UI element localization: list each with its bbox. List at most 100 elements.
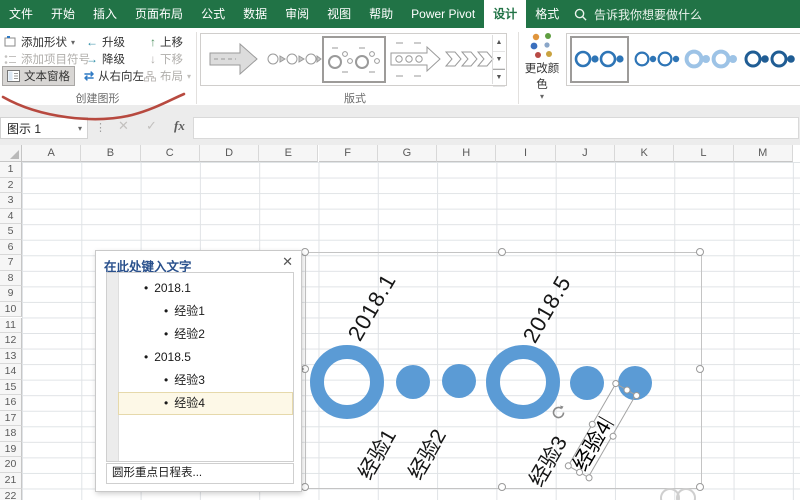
right-to-left-button[interactable]: ⇄ 从右向左 [84, 68, 144, 84]
add-shape-icon [4, 36, 16, 47]
column-header-I[interactable]: I [496, 145, 556, 162]
row-header-4[interactable]: 4 [0, 208, 22, 225]
layout-thumb-chevron-list[interactable] [444, 38, 496, 81]
row-header-18[interactable]: 18 [0, 426, 22, 442]
layout-thumb-circle-process[interactable] [265, 38, 322, 81]
column-header-E[interactable]: E [259, 145, 319, 162]
ribbon-tab-6[interactable]: 审阅 [276, 0, 318, 28]
demote-button[interactable]: → 降级 [86, 51, 125, 67]
row-header-6[interactable]: 6 [0, 239, 22, 256]
swap-arrows-icon: ⇄ [84, 69, 95, 83]
column-header-A[interactable]: A [22, 145, 82, 162]
ribbon-tab-9[interactable]: Power Pivot [402, 0, 484, 28]
gallery-scroll-down[interactable]: ▼ [493, 52, 505, 69]
text-pane-item-2[interactable]: • 经验2 [118, 323, 293, 346]
gallery-scroll-up[interactable]: ▲ [493, 35, 505, 52]
text-pane-list[interactable]: • 2018.1 • 经验1 • 经验2 • 2018.5 • 经验3 • 经验4 [106, 272, 294, 462]
column-header-L[interactable]: L [674, 145, 734, 162]
style-thumb-4[interactable] [743, 38, 800, 81]
column-header-M[interactable]: M [733, 145, 793, 162]
text-pane-item-0[interactable]: • 2018.1 [118, 277, 293, 300]
search-icon [574, 8, 587, 21]
ribbon-tab-2[interactable]: 插入 [84, 0, 126, 28]
ribbon-tab-4[interactable]: 公式 [192, 0, 234, 28]
text-pane-footer[interactable]: 圆形重点日程表... [106, 463, 294, 484]
smartart-text-pane[interactable]: 在此处键入文字 ✕ • 2018.1 • 经验1 • 经验2 • 2018.5 • 经验3 • 经验4… [95, 250, 302, 492]
styles-gallery [566, 33, 800, 86]
column-header-H[interactable]: H [437, 145, 497, 162]
column-header-G[interactable]: G [377, 145, 438, 162]
style-thumb-2[interactable] [633, 38, 683, 81]
layouts-gallery: ▲ ▼ ▼ [200, 33, 507, 87]
gallery-scrollbar[interactable]: ▲ ▼ ▼ [492, 35, 505, 87]
row-header-3[interactable]: 3 [0, 193, 22, 209]
row-header-7[interactable]: 7 [0, 255, 22, 271]
row-header-13[interactable]: 13 [0, 348, 22, 365]
row-header-15[interactable]: 15 [0, 379, 22, 396]
row-header-12[interactable]: 12 [0, 333, 22, 349]
promote-button[interactable]: ← 升级 [86, 34, 125, 50]
row-header-14[interactable]: 14 [0, 364, 22, 380]
gallery-more-button[interactable]: ▼ [493, 69, 505, 87]
row-header-21[interactable]: 21 [0, 473, 22, 489]
row-header-16[interactable]: 16 [0, 395, 22, 411]
add-shape-label: 添加形状 [21, 37, 67, 49]
layout-thumb-circle-accent-timeline[interactable] [322, 36, 386, 83]
style-thumb-3[interactable] [683, 38, 741, 81]
text-pane-item-label: 经验4 [174, 396, 205, 410]
row-header-2[interactable]: 2 [0, 177, 22, 194]
row-header-20[interactable]: 20 [0, 457, 22, 473]
change-colors-button[interactable]: 更改颜色 ▾ [520, 32, 564, 101]
arrow-up-icon: ↑ [150, 35, 156, 49]
formula-input[interactable] [193, 117, 799, 139]
column-header-D[interactable]: D [199, 145, 260, 162]
ribbon-tab-10[interactable]: 设计 [484, 0, 527, 28]
row-header-19[interactable]: 19 [0, 441, 22, 458]
row-header-9[interactable]: 9 [0, 286, 22, 302]
ribbon-tab-0[interactable]: 文件 [0, 0, 42, 28]
text-pane-button[interactable]: 文本窗格 [2, 66, 75, 86]
row-header-22[interactable]: 22 [0, 488, 22, 500]
text-pane-item-label: 经验2 [174, 327, 205, 341]
chevron-down-icon: ▾ [539, 92, 544, 101]
row-header-5[interactable]: 5 [0, 224, 22, 240]
text-pane-footer-label: 圆形重点日程表... [112, 467, 203, 479]
tell-me-search[interactable]: 告诉我你想要做什么 [574, 6, 702, 23]
bullet-list-icon [4, 54, 16, 64]
row-header-8[interactable]: 8 [0, 270, 22, 287]
close-icon[interactable]: ✕ [282, 254, 293, 270]
move-up-button[interactable]: ↑ 上移 [150, 34, 183, 50]
text-pane-icon [7, 70, 20, 82]
ribbon-tab-8[interactable]: 帮助 [360, 0, 402, 28]
text-pane-item-4[interactable]: • 经验3 [118, 369, 293, 392]
row-header-10[interactable]: 10 [0, 301, 22, 318]
select-all-corner[interactable] [0, 145, 22, 162]
ribbon-tab-7[interactable]: 视图 [318, 0, 360, 28]
column-header-J[interactable]: J [555, 145, 615, 162]
ribbon-tab-1[interactable]: 开始 [42, 0, 84, 28]
promote-label: 升级 [102, 37, 125, 49]
column-header-B[interactable]: B [81, 145, 141, 162]
text-pane-item-3[interactable]: • 2018.5 [118, 346, 293, 369]
layout-thumb-circle-arrow-timeline[interactable] [388, 38, 443, 81]
layout-button: 布局 ▾ [144, 68, 191, 84]
text-pane-item-1[interactable]: • 经验1 [118, 300, 293, 323]
ribbon-tab-3[interactable]: 页面布局 [126, 0, 192, 28]
column-header-C[interactable]: C [140, 145, 200, 162]
add-shape-button[interactable]: 添加形状 ▾ [4, 34, 75, 50]
ribbon-tab-5[interactable]: 数据 [234, 0, 276, 28]
text-pane-item-5[interactable]: • 经验4 [118, 392, 293, 415]
row-header-17[interactable]: 17 [0, 410, 22, 427]
arrow-down-icon: ↓ [150, 52, 156, 66]
text-pane-item-label: 2018.5 [154, 350, 191, 364]
row-header-11[interactable]: 11 [0, 317, 22, 334]
column-header-F[interactable]: F [318, 145, 378, 162]
right-to-left-label: 从右向左 [98, 71, 145, 83]
layout-thumb-basic-arrow[interactable] [205, 38, 262, 81]
column-header-K[interactable]: K [615, 145, 675, 162]
style-thumb-1[interactable] [570, 36, 629, 83]
row-header-1[interactable]: 1 [0, 162, 22, 178]
arrow-right-icon: → [86, 52, 98, 66]
smartart-canvas-frame[interactable] [305, 252, 702, 489]
layout-label: 布局 [160, 71, 183, 83]
